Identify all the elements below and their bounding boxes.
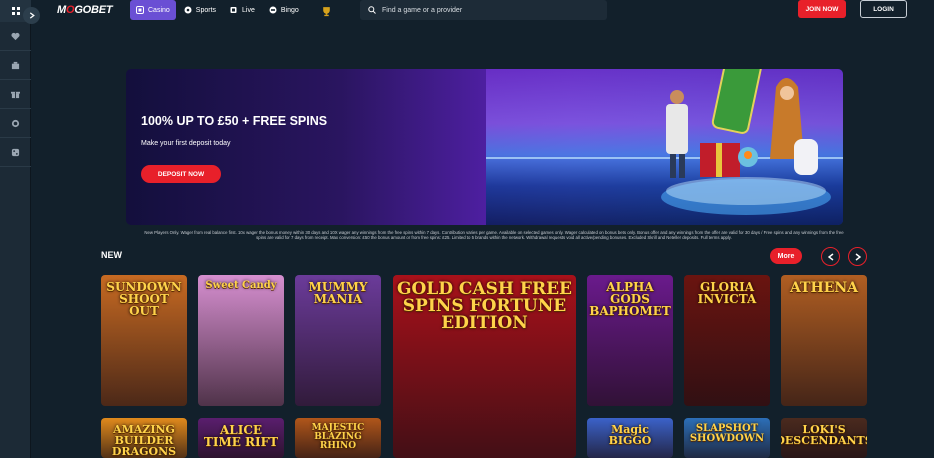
trophy-icon[interactable] [321,4,332,22]
casino-icon [136,6,144,14]
live-cards-icon [230,7,237,13]
chevron-right-icon [855,252,861,261]
tab-live[interactable]: Live [224,0,261,20]
game-title: LOKI'S DESCENDANTS [781,423,867,447]
chevron-left-icon [827,252,833,261]
sidebar-item-favourites[interactable] [0,22,31,51]
login-button[interactable]: LOGIN [860,0,907,18]
search-icon [368,6,376,14]
main-nav: Casino Sports Live Bingo [130,0,305,20]
game-tile[interactable]: LOKI'S DESCENDANTS [781,418,867,458]
section-title: NEW [101,250,122,260]
game-tile[interactable]: SUNDOWN SHOOT OUT [101,275,187,406]
banner-subtitle: Make your first deposit today [141,140,231,147]
bingo-ball-icon [269,6,277,14]
tab-bingo[interactable]: Bingo [263,0,305,20]
game-tile[interactable]: ALICE TIME RIFT [198,418,284,458]
game-title: GOLD CASH FREE SPINS FORTUNE EDITION [396,279,573,333]
game-tile[interactable]: MUMMY MANIA [295,275,381,406]
football-icon [184,6,192,14]
sidebar-item-providers[interactable] [0,51,31,80]
game-tile[interactable]: ALPHA GODS BAPHOMET [587,275,673,406]
promo-banner[interactable]: 100% UP TO £50 + FREE SPINS Make your fi… [126,69,843,225]
search-placeholder: Find a game or a provider [382,6,463,14]
building-icon [11,61,20,69]
game-title: ALPHA GODS BAPHOMET [589,280,671,318]
gift-icon [11,91,20,98]
more-button[interactable]: More [770,248,802,264]
chevron-right-icon [29,12,35,19]
deposit-now-button[interactable]: DEPOSIT NOW [141,165,221,183]
tab-casino[interactable]: Casino [130,0,176,20]
coin-icon [11,119,20,127]
sidebar-item-rewards[interactable] [0,109,31,138]
bonus-terms: New Players Only. Wager from real balanc… [144,230,844,241]
carousel-next-button[interactable] [848,247,867,266]
game-tile[interactable]: Magic BIGGO [587,418,673,458]
top-bar: MOGOBET Casino Sports Live Bingo Find a … [31,0,934,22]
sidebar-expand-button[interactable] [23,7,40,24]
join-now-button[interactable]: JOIN NOW [798,0,846,18]
game-tile[interactable]: GOLD CASH FREE SPINS FORTUNE EDITION [393,275,576,458]
search-input[interactable]: Find a game or a provider [360,0,607,20]
game-title: SLAPSHOT SHOWDOWN [689,423,765,444]
game-title: Sweet Candy [205,280,277,291]
game-title: MUMMY MANIA [308,280,368,306]
heart-icon [11,32,20,40]
game-title: MAJESTIC BLAZING RHINO [311,423,365,451]
banner-artwork [661,69,831,215]
game-tile[interactable]: Sweet Candy [198,275,284,406]
game-tile[interactable]: SLAPSHOT SHOWDOWN [684,418,770,458]
game-title: SUNDOWN SHOOT OUT [106,280,182,318]
game-title: ALICE TIME RIFT [203,423,279,449]
tab-sports[interactable]: Sports [178,0,222,20]
game-tile[interactable]: ATHENA [781,275,867,406]
grid-icon [11,7,20,15]
game-tile[interactable]: GLORIA INVICTA [684,275,770,406]
sidebar-item-live-games[interactable] [0,138,31,167]
dice-icon [11,148,20,156]
logo[interactable]: MOGOBET [57,4,113,16]
sidebar-item-promotions[interactable] [0,80,31,109]
game-tile[interactable]: MAJESTIC BLAZING RHINO [295,418,381,458]
game-title: GLORIA INVICTA [697,280,757,306]
game-title: AMAZING BUILDER DRAGONS [111,423,177,458]
banner-headline: 100% UP TO £50 + FREE SPINS [141,114,328,128]
game-title: Magic BIGGO [608,423,652,447]
carousel-prev-button[interactable] [821,247,840,266]
game-title: ATHENA [789,280,859,296]
game-tile[interactable]: AMAZING BUILDER DRAGONS [101,418,187,458]
sidebar [0,0,31,458]
